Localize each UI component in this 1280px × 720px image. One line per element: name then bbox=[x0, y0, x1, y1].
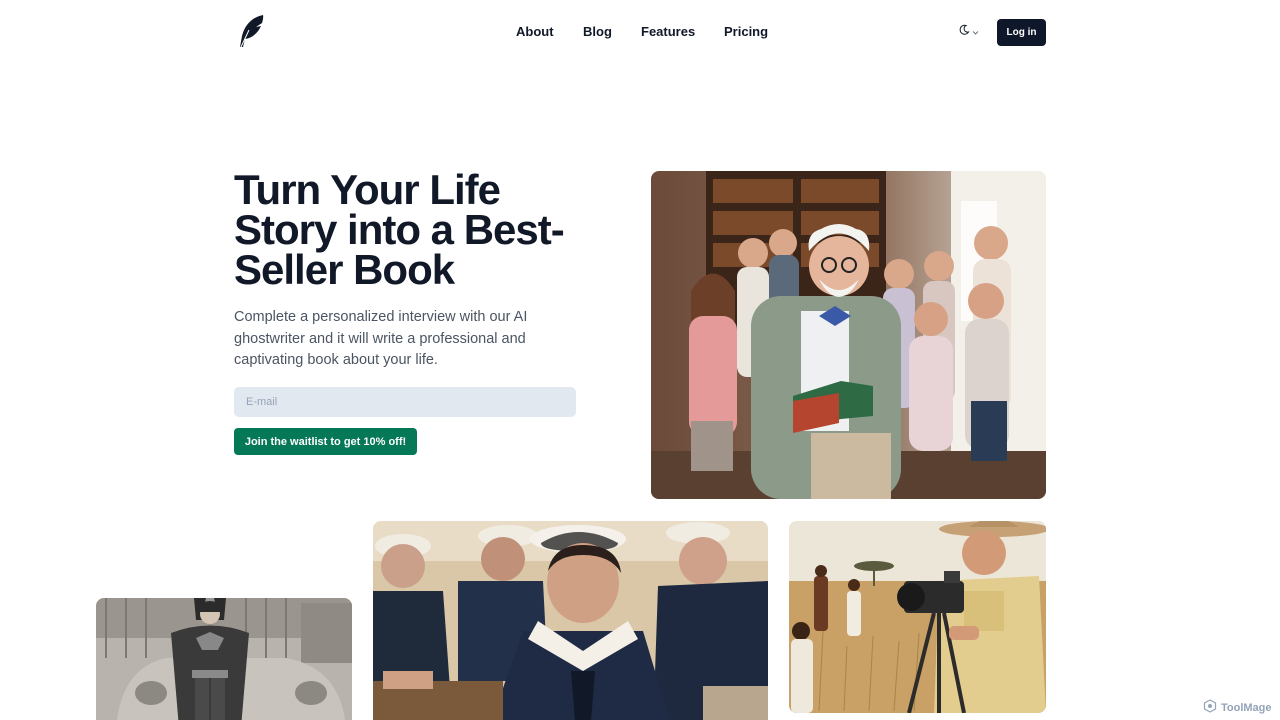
nav-features[interactable]: Features bbox=[641, 24, 695, 39]
nav-blog[interactable]: Blog bbox=[583, 24, 612, 39]
moon-icon bbox=[958, 23, 970, 41]
grandfather-with-children-photo bbox=[651, 171, 1046, 499]
site-header: About Blog Features Pricing Log in bbox=[0, 0, 1280, 64]
nav-about[interactable]: About bbox=[516, 24, 554, 39]
login-button[interactable]: Log in bbox=[997, 19, 1046, 46]
superhero-costume-photo bbox=[96, 598, 352, 720]
sailors-photo bbox=[373, 521, 768, 720]
chevron-down-icon bbox=[972, 23, 979, 41]
watermark: ToolMage bbox=[1203, 699, 1272, 716]
hero-title: Turn Your Life Story into a Best-Seller … bbox=[234, 166, 565, 293]
join-waitlist-button[interactable]: Join the waitlist to get 10% off! bbox=[234, 428, 417, 455]
toolmage-logo-icon bbox=[1203, 699, 1217, 716]
email-input[interactable] bbox=[234, 387, 576, 417]
feather-icon[interactable] bbox=[236, 14, 266, 50]
safari-cameraman-photo bbox=[789, 521, 1046, 713]
nav-pricing[interactable]: Pricing bbox=[724, 24, 768, 39]
theme-toggle[interactable] bbox=[958, 24, 979, 40]
watermark-text: ToolMage bbox=[1221, 701, 1272, 714]
hero-subtitle: Complete a personalized interview with o… bbox=[234, 309, 528, 368]
